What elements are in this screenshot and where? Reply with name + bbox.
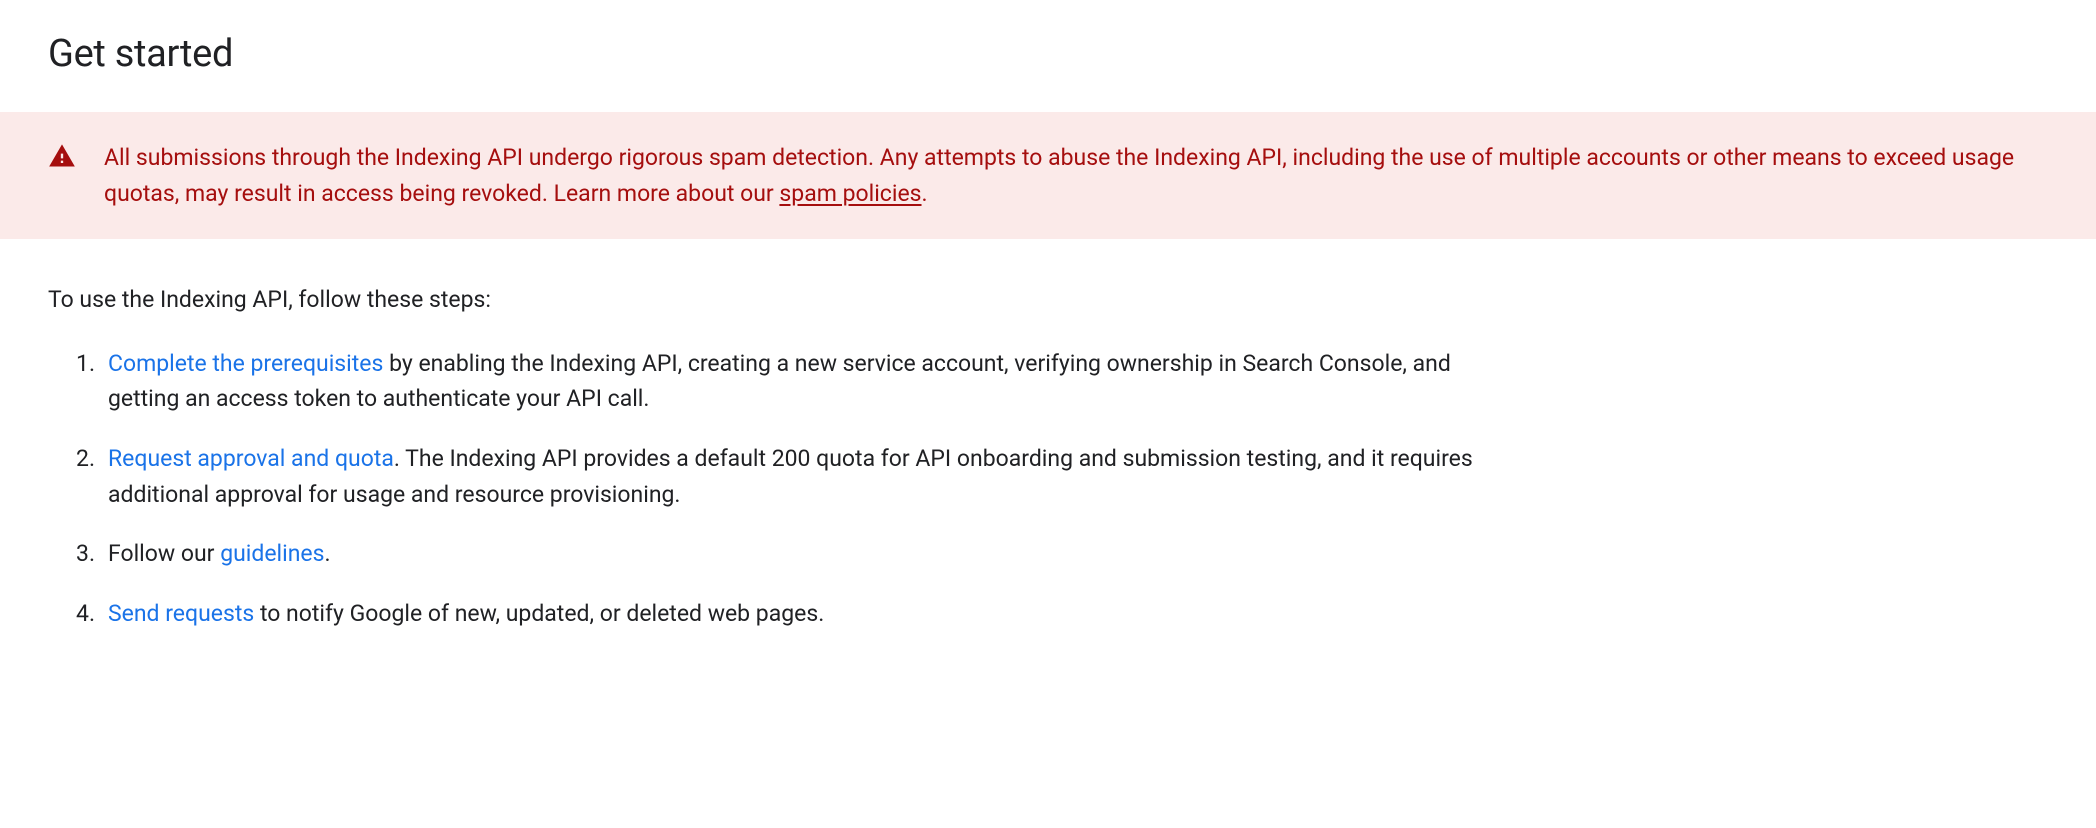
- warning-text: All submissions through the Indexing API…: [104, 140, 2048, 211]
- step-item: Send requests to notify Google of new, u…: [108, 596, 1488, 632]
- step-text: .: [325, 540, 331, 567]
- step-item: Follow our guidelines.: [108, 536, 1488, 572]
- steps-list: Complete the prerequisites by enabling t…: [48, 346, 1488, 632]
- warning-icon: [48, 142, 76, 170]
- warning-text-before: All submissions through the Indexing API…: [104, 144, 2014, 207]
- intro-text: To use the Indexing API, follow these st…: [48, 283, 2048, 318]
- step-text-before: Follow our: [108, 540, 220, 567]
- step-item: Request approval and quota. The Indexing…: [108, 441, 1488, 512]
- step-text: to notify Google of new, updated, or del…: [254, 600, 824, 627]
- complete-prerequisites-link[interactable]: Complete the prerequisites: [108, 350, 383, 377]
- section-heading: Get started: [48, 32, 2048, 76]
- warning-callout: All submissions through the Indexing API…: [0, 112, 2096, 239]
- guidelines-link[interactable]: guidelines: [220, 540, 324, 567]
- send-requests-link[interactable]: Send requests: [108, 600, 254, 627]
- step-item: Complete the prerequisites by enabling t…: [108, 346, 1488, 417]
- spam-policies-link[interactable]: spam policies: [779, 180, 921, 207]
- warning-text-after: .: [922, 180, 928, 207]
- request-approval-link[interactable]: Request approval and quota: [108, 445, 394, 472]
